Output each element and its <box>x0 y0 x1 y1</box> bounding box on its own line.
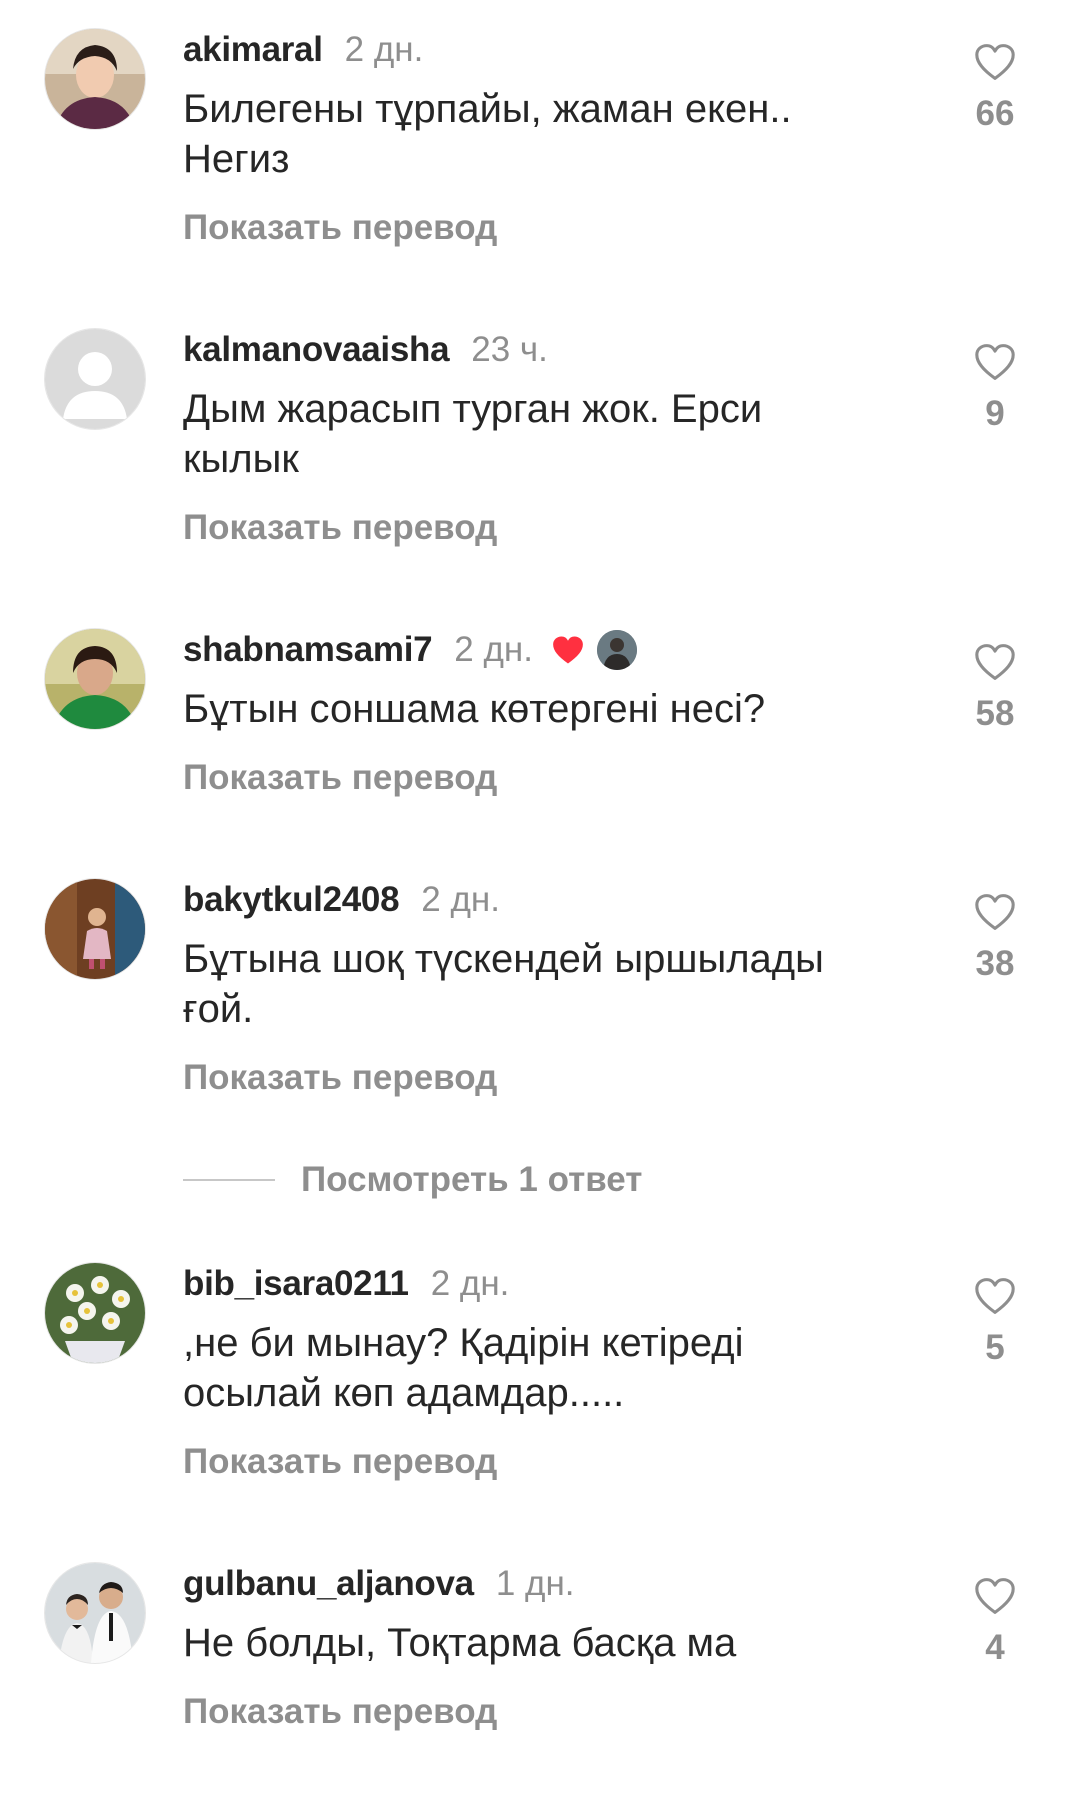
username[interactable]: gulbanu_aljanova <box>183 1564 474 1604</box>
heart-icon[interactable] <box>973 642 1017 682</box>
photo-child-avatar <box>45 879 145 979</box>
avatar[interactable] <box>44 28 146 130</box>
comment-text-line: Негиз <box>183 137 290 181</box>
default-user-avatar <box>45 329 145 429</box>
photo-flowers-avatar <box>45 1263 145 1363</box>
show-translation-button[interactable]: Показать перевод <box>183 1056 923 1100</box>
avatar[interactable] <box>44 1562 146 1664</box>
view-replies-label: Посмотреть 1 ответ <box>301 1160 643 1199</box>
comment-timestamp: 23 ч. <box>471 330 548 369</box>
comment-text-line: кылык <box>183 437 299 481</box>
comment-text-line: осылай көп адамдар..... <box>183 1371 625 1415</box>
like-count: 66 <box>975 94 1015 133</box>
username[interactable]: akimaral <box>183 30 323 70</box>
comment-text-line: Бұтына шоқ түскендей ыршылады <box>183 937 824 981</box>
photo-woman-avatar <box>45 29 145 129</box>
username[interactable]: kalmanovaaisha <box>183 330 450 370</box>
avatar[interactable] <box>44 328 146 430</box>
like-count: 58 <box>975 694 1015 733</box>
show-translation-button[interactable]: Показать перевод <box>183 506 923 550</box>
photo-boys-avatar <box>45 1563 145 1663</box>
show-translation-button[interactable]: Показать перевод <box>183 1440 923 1484</box>
avatar[interactable] <box>44 878 146 980</box>
avatar[interactable] <box>44 1262 146 1364</box>
comment-text-line: Бұтын соншама көтергені несі? <box>183 687 766 731</box>
comment-text: Билегены тұрпайы, жаман екен.. Негиз <box>183 84 923 184</box>
show-translation-button[interactable]: Показать перевод <box>183 756 923 800</box>
comment-text: Бұтына шоқ түскендей ыршылады ғой. <box>183 934 923 1034</box>
show-translation-button[interactable]: Показать перевод <box>183 206 923 250</box>
author-photo-icon <box>596 630 637 670</box>
like-count: 4 <box>985 1628 1005 1667</box>
username[interactable]: bib_isara0211 <box>183 1264 409 1304</box>
comment-timestamp: 2 дн. <box>421 880 500 919</box>
comment-text-line: Дым жарасып турган жок. Ерси <box>183 387 763 431</box>
heart-icon[interactable] <box>973 342 1017 382</box>
comment-text: Не болды, Тоқтарма басқа ма <box>183 1618 923 1668</box>
photo-woman-green-avatar <box>45 629 145 729</box>
author-avatar <box>596 630 637 670</box>
comment-text-line: ғой. <box>183 987 254 1031</box>
heart-icon[interactable] <box>973 1576 1017 1616</box>
comment-timestamp: 2 дн. <box>454 630 533 669</box>
comment-text: ,не би мынау? Қадірін кетіреді осылай кө… <box>183 1318 923 1418</box>
view-replies-button[interactable]: Посмотреть 1 ответ <box>183 1158 642 1202</box>
like-count: 38 <box>975 944 1015 983</box>
show-translation-button[interactable]: Показать перевод <box>183 1690 923 1734</box>
heart-icon[interactable] <box>973 892 1017 932</box>
comment-text-line: Не болды, Тоқтарма басқа ма <box>183 1621 737 1665</box>
comment-timestamp: 2 дн. <box>344 30 424 69</box>
username[interactable]: bakytkul2408 <box>183 880 400 920</box>
heart-icon[interactable] <box>973 1276 1017 1316</box>
replies-divider-line <box>183 1179 275 1181</box>
comment-timestamp: 2 дн. <box>430 1264 510 1303</box>
comment-text: Бұтын соншама көтергені несі? <box>183 684 923 734</box>
like-count: 9 <box>985 394 1005 433</box>
username[interactable]: shabnamsami7 <box>183 630 433 670</box>
avatar[interactable] <box>44 628 146 730</box>
comment-text: Дым жарасып турган жок. Ерси кылык <box>183 384 923 484</box>
like-count: 5 <box>985 1328 1005 1367</box>
heart-icon[interactable] <box>973 42 1017 82</box>
author-liked-heart-icon <box>553 636 583 664</box>
comment-text-line: ,не би мынау? Қадірін кетіреді <box>183 1321 744 1365</box>
comment-timestamp: 1 дн. <box>495 1564 575 1603</box>
comment-text-line: Билегены тұрпайы, жаман екен.. <box>183 87 792 131</box>
